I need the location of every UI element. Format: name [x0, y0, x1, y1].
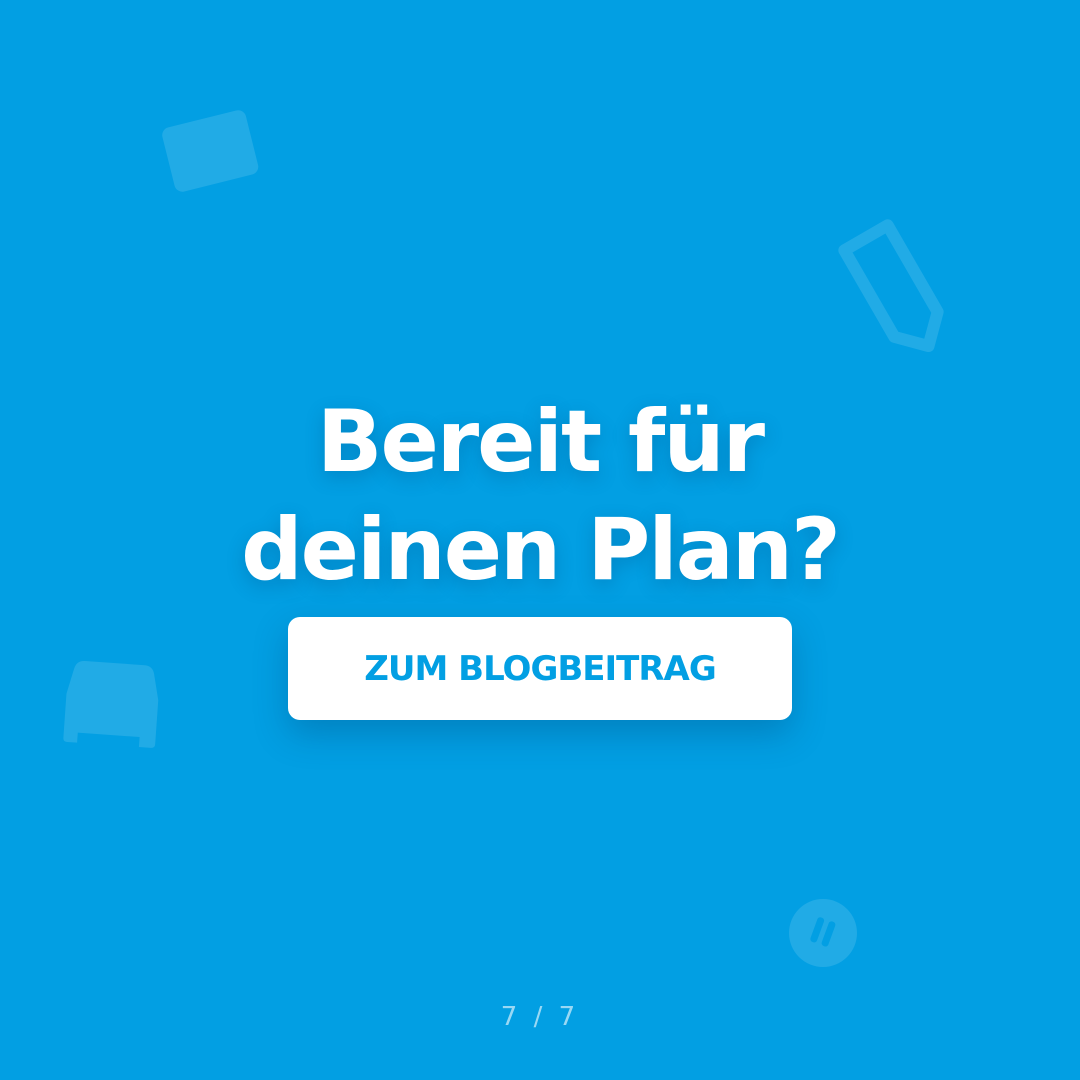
envelope-icon: [155, 100, 265, 200]
headline-line-2: deinen Plan?: [241, 500, 841, 600]
coin-icon: [785, 895, 861, 971]
page-total: 7: [558, 1002, 580, 1032]
headline: Bereit für deinen Plan?: [0, 388, 1080, 604]
page-current: 7: [500, 1002, 522, 1032]
slide-canvas: Bereit für deinen Plan? ZUM BLOGBEITRAG …: [0, 0, 1080, 1080]
headline-line-1: Bereit für: [316, 392, 765, 492]
price-tag-icon: [830, 210, 965, 365]
page-indicator: 7 / 7: [0, 1002, 1080, 1032]
page-separator: /: [533, 1002, 547, 1032]
armchair-icon: [60, 655, 165, 750]
blog-post-button-label: ZUM BLOGBEITRAG: [364, 648, 716, 689]
blog-post-button[interactable]: ZUM BLOGBEITRAG: [288, 617, 792, 720]
